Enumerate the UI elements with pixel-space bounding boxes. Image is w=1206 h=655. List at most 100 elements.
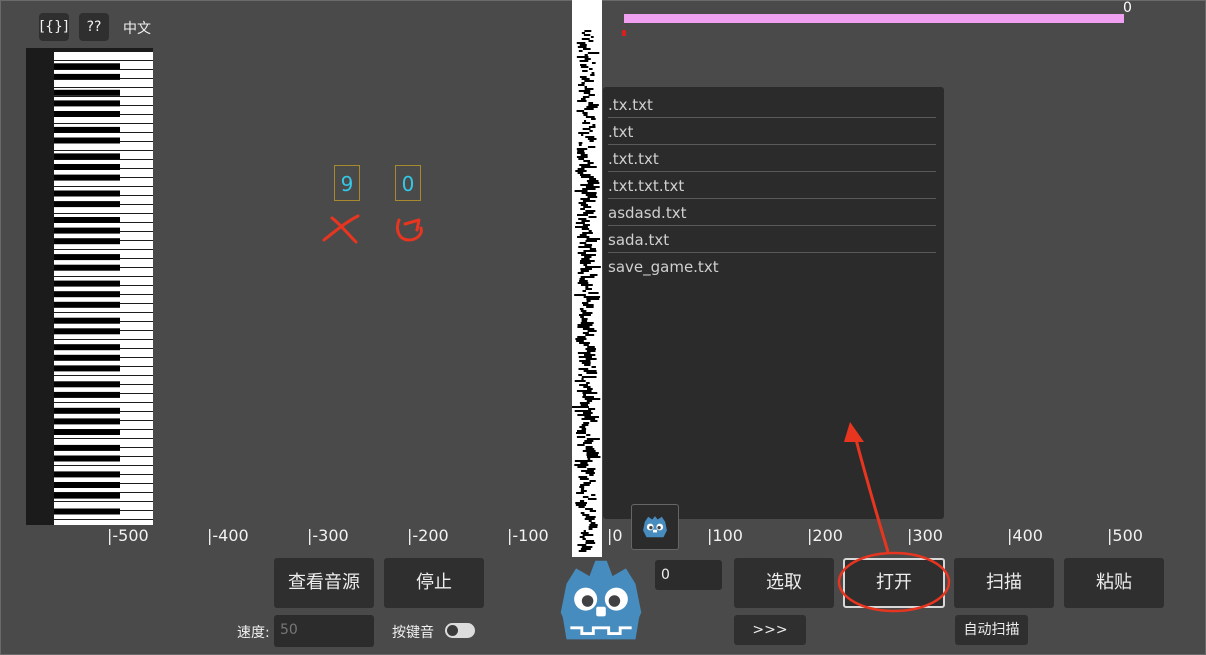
waveform-segment	[582, 122, 591, 124]
waveform-segment	[580, 64, 587, 66]
piano-white-key[interactable]	[54, 52, 153, 60]
piano-black-key[interactable]	[54, 418, 120, 425]
waveform-segment	[588, 408, 596, 410]
waveform-segment	[591, 494, 596, 496]
piano-black-key[interactable]	[54, 280, 120, 287]
more-button[interactable]: >>>	[734, 615, 806, 645]
speed-input[interactable]: 50	[274, 615, 374, 647]
waveform-segment	[585, 240, 597, 242]
file-item[interactable]: .tx.txt	[608, 92, 936, 118]
waveform-segment	[589, 274, 598, 276]
file-item[interactable]: save_game.txt	[608, 254, 936, 280]
select-button[interactable]: 选取	[734, 558, 834, 608]
waveform-segment	[585, 516, 596, 518]
piano-black-key[interactable]	[54, 482, 120, 488]
piano-black-key[interactable]	[54, 217, 120, 223]
waveform-segment	[584, 54, 588, 56]
paste-button[interactable]: 粘贴	[1064, 558, 1164, 608]
piano-keys[interactable]	[26, 48, 153, 525]
waveform-segment	[584, 120, 587, 122]
undo-icon[interactable]	[393, 212, 427, 244]
piano-black-key[interactable]	[54, 455, 120, 462]
waveform-segment	[583, 482, 591, 484]
piano-white-key[interactable]	[54, 520, 153, 525]
piano-black-key[interactable]	[54, 89, 120, 96]
waveform-segment	[578, 50, 583, 52]
annotation-arrow	[837, 422, 951, 613]
stop-button[interactable]: 停止	[384, 558, 484, 608]
waveform-segment	[583, 206, 592, 208]
file-item[interactable]: asdasd.txt	[608, 200, 936, 226]
file-item[interactable]: sada.txt	[608, 227, 936, 253]
waveform-segment	[584, 354, 596, 356]
piano-black-key[interactable]	[54, 429, 120, 435]
waveform-segment	[581, 320, 588, 322]
piano-black-key[interactable]	[54, 264, 120, 271]
waveform-segment	[589, 524, 598, 526]
piano-black-key[interactable]	[54, 381, 120, 388]
piano-black-key[interactable]	[54, 391, 120, 398]
piano-black-key[interactable]	[54, 291, 120, 298]
file-item[interactable]: .txt.txt.txt	[608, 173, 936, 199]
waveform-segment	[580, 462, 588, 464]
piano-black-key[interactable]	[54, 174, 120, 181]
waveform-segment	[577, 444, 585, 446]
piano-black-key[interactable]	[54, 126, 120, 133]
piano-black-key[interactable]	[54, 111, 120, 117]
waveform-segment	[582, 538, 586, 540]
waveform-segment	[577, 326, 590, 328]
ruler-tick: |-400	[207, 526, 249, 545]
piano-black-key[interactable]	[54, 317, 120, 324]
piano-black-key[interactable]	[54, 407, 120, 414]
waveform-segment	[579, 426, 586, 428]
piano-black-key[interactable]	[54, 100, 120, 107]
piano-black-key[interactable]	[54, 344, 120, 351]
piano-black-key[interactable]	[54, 190, 120, 197]
waveform-view[interactable]	[572, 0, 602, 557]
piano-black-key[interactable]	[54, 164, 120, 170]
close-icon[interactable]	[322, 212, 362, 244]
ruler-tick: |100	[707, 526, 743, 545]
waveform-segment	[582, 442, 592, 444]
godot-small-button[interactable]	[631, 504, 679, 550]
key-sound-label: 按键音	[392, 625, 434, 641]
piano-black-key[interactable]	[54, 254, 120, 261]
waveform-segment	[585, 266, 601, 268]
piano-black-key[interactable]	[54, 201, 120, 208]
waveform-segment	[584, 108, 594, 110]
piano-keyboard[interactable]	[26, 48, 153, 525]
piano-black-key[interactable]	[54, 238, 120, 245]
piano-black-key[interactable]	[54, 365, 120, 372]
piano-black-key[interactable]	[54, 508, 120, 515]
view-sources-button[interactable]: 查看音源	[274, 558, 374, 608]
piano-black-key[interactable]	[54, 354, 120, 361]
piano-black-key[interactable]	[54, 73, 120, 80]
json-button[interactable]: [{}]	[39, 13, 69, 41]
number-input[interactable]: 0	[655, 560, 722, 590]
waveform-segment	[583, 48, 591, 50]
piano-black-key[interactable]	[54, 63, 120, 70]
piano-black-key[interactable]	[54, 227, 120, 234]
piano-white-key[interactable]	[54, 79, 153, 87]
waveform-segment	[580, 184, 594, 186]
waveform-segment	[585, 508, 593, 510]
piano-black-key[interactable]	[54, 492, 120, 499]
piano-black-key[interactable]	[54, 444, 120, 451]
key-sound-toggle[interactable]	[445, 623, 475, 638]
scan-button[interactable]: 扫描	[954, 558, 1054, 608]
waveform-segment	[576, 56, 589, 58]
file-item[interactable]: .txt.txt	[608, 146, 936, 172]
piano-black-key[interactable]	[54, 301, 120, 308]
auto-scan-button[interactable]: 自动扫描	[955, 615, 1028, 645]
help-button[interactable]: ??	[79, 13, 109, 41]
piano-black-key[interactable]	[54, 328, 120, 335]
waveform-segment	[585, 348, 596, 350]
file-item[interactable]: .txt	[608, 119, 936, 145]
piano-black-key[interactable]	[54, 153, 120, 160]
waveform-segment	[581, 134, 584, 136]
waveform-segment	[582, 392, 598, 394]
waveform-segment	[588, 102, 594, 104]
piano-black-key[interactable]	[54, 471, 120, 478]
piano-black-key[interactable]	[54, 137, 120, 144]
language-toggle[interactable]: 中文	[123, 18, 151, 38]
